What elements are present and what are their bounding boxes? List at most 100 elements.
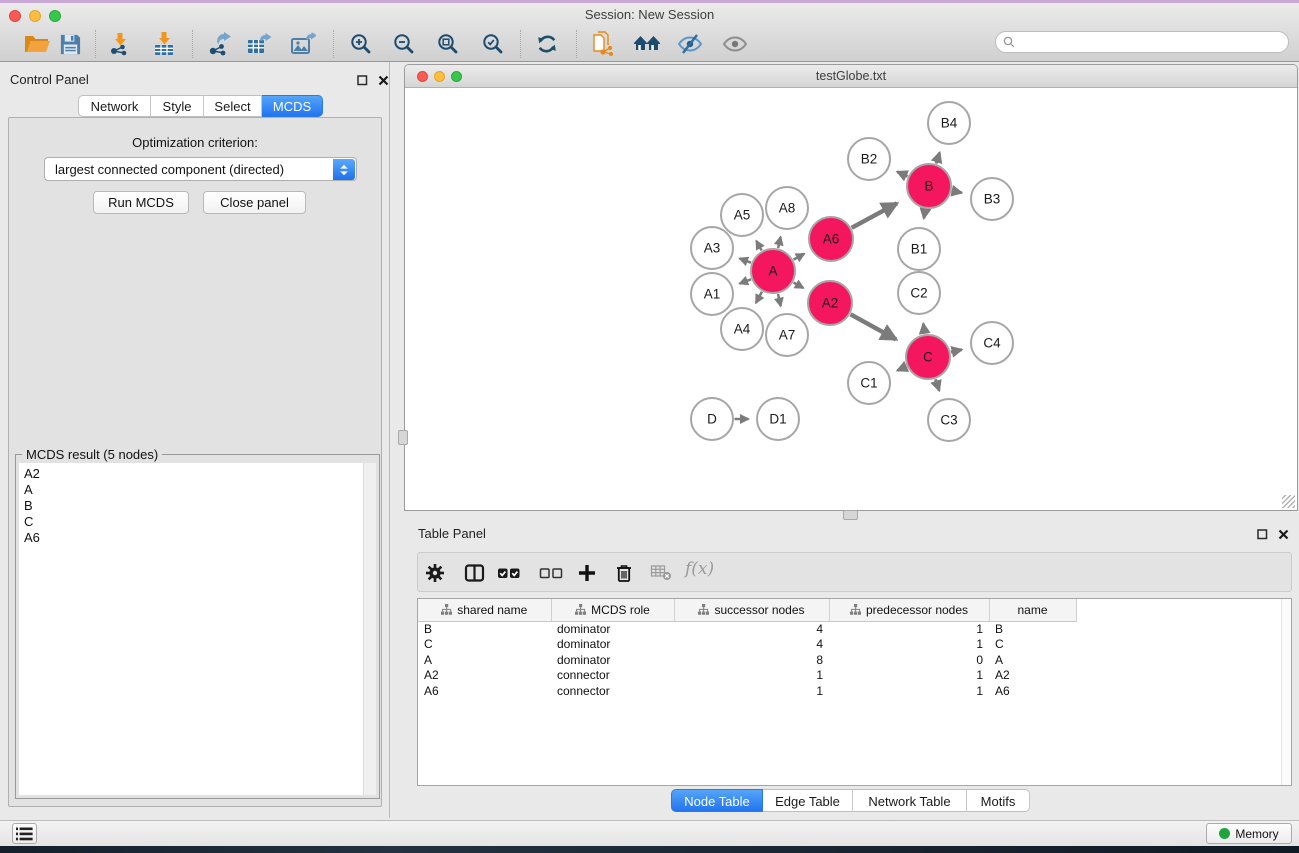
graph-edge-A2-C[interactable] xyxy=(851,314,896,339)
table-cell[interactable]: dominator xyxy=(551,637,674,653)
graph-node-C2[interactable]: C2 xyxy=(898,272,940,314)
graph-node-A8[interactable]: A8 xyxy=(766,187,808,229)
mcds-result-item[interactable]: A xyxy=(24,482,363,498)
table-cell[interactable]: 1 xyxy=(829,683,989,699)
graph-edge-B-B4[interactable] xyxy=(936,153,940,164)
graph-node-B[interactable]: B xyxy=(907,164,951,208)
table-cell[interactable]: connector xyxy=(551,668,674,684)
horizontal-split-handle[interactable] xyxy=(843,510,858,520)
tab-network[interactable]: Network xyxy=(78,95,151,117)
search-box[interactable] xyxy=(995,31,1289,53)
graph-edge-A-A8[interactable] xyxy=(778,237,781,248)
table-cell[interactable]: 1 xyxy=(829,621,989,637)
graph-node-D[interactable]: D xyxy=(691,398,733,440)
table-cell[interactable]: dominator xyxy=(551,621,674,637)
mcds-result-item[interactable]: B xyxy=(24,498,363,514)
graph-node-A[interactable]: A xyxy=(751,249,795,293)
table-cell[interactable]: A6 xyxy=(989,683,1076,699)
tab-network-table[interactable]: Network Table xyxy=(853,789,967,812)
close-panel-icon[interactable] xyxy=(377,74,390,87)
resize-grip[interactable] xyxy=(1282,495,1295,508)
zoom-fit-button[interactable] xyxy=(431,29,465,59)
table-cell[interactable]: dominator xyxy=(551,652,674,668)
vertical-split-handle[interactable] xyxy=(398,430,408,445)
table-cell[interactable]: 4 xyxy=(674,621,829,637)
import-table-button[interactable] xyxy=(147,29,181,59)
table-cell[interactable]: A2 xyxy=(989,668,1076,684)
show-all-button[interactable] xyxy=(718,29,752,59)
columns-button[interactable] xyxy=(464,563,485,583)
refresh-button[interactable] xyxy=(530,29,564,59)
column-header-shared-name[interactable]: shared name xyxy=(418,599,551,621)
graph-edge-A-A3[interactable] xyxy=(740,258,751,262)
add-column-button[interactable] xyxy=(577,563,597,583)
graph-node-A7[interactable]: A7 xyxy=(766,314,808,356)
graph-edge-A-A5[interactable] xyxy=(756,241,761,251)
home-button[interactable] xyxy=(630,29,664,59)
tab-mcds[interactable]: MCDS xyxy=(262,95,323,117)
mcds-result-item[interactable]: A6 xyxy=(24,530,363,546)
table-cell[interactable]: 0 xyxy=(829,652,989,668)
export-table-button[interactable] xyxy=(242,29,276,59)
save-session-button[interactable] xyxy=(53,29,87,59)
close-table-panel-icon[interactable] xyxy=(1277,528,1290,541)
mcds-result-item[interactable]: C xyxy=(24,514,363,530)
graph-edge-C-C3[interactable] xyxy=(935,379,939,390)
graph-edge-B-B2[interactable] xyxy=(897,172,907,177)
table-cell[interactable]: B xyxy=(418,621,551,637)
open-session-button[interactable] xyxy=(20,29,54,59)
column-header-successor-nodes[interactable]: successor nodes xyxy=(674,599,829,621)
float-table-panel-icon[interactable] xyxy=(1256,528,1269,541)
float-panel-icon[interactable] xyxy=(356,74,369,87)
tab-style[interactable]: Style xyxy=(151,95,204,117)
graph-node-A4[interactable]: A4 xyxy=(721,308,763,350)
export-image-button[interactable] xyxy=(286,29,320,59)
result-scrollbar[interactable] xyxy=(363,463,376,795)
graph-node-A6[interactable]: A6 xyxy=(809,217,853,261)
zoom-selected-button[interactable] xyxy=(476,29,510,59)
table-cell[interactable]: A6 xyxy=(418,683,551,699)
select-all-button[interactable] xyxy=(497,563,521,583)
graph-edge-A6-B[interactable] xyxy=(852,203,897,227)
graph-node-A5[interactable]: A5 xyxy=(721,194,763,236)
zoom-in-button[interactable] xyxy=(344,29,378,59)
criterion-dropdown[interactable]: largest connected component (directed) xyxy=(44,157,357,181)
graph-node-B1[interactable]: B1 xyxy=(898,228,940,270)
import-network-button[interactable] xyxy=(103,29,137,59)
graph-node-A2[interactable]: A2 xyxy=(808,281,852,325)
graph-edge-B-B1[interactable] xyxy=(924,209,925,218)
table-cell[interactable]: C xyxy=(418,637,551,653)
graph-node-C4[interactable]: C4 xyxy=(971,322,1013,364)
table-cell[interactable]: 1 xyxy=(829,637,989,653)
table-cell[interactable]: B xyxy=(989,621,1076,637)
graph-edge-C-C2[interactable] xyxy=(923,324,924,334)
network-window-titlebar[interactable]: testGlobe.txt xyxy=(405,65,1297,88)
show-panels-button[interactable] xyxy=(12,823,37,844)
tab-edge-table[interactable]: Edge Table xyxy=(763,789,853,812)
table-cell[interactable]: 1 xyxy=(674,683,829,699)
network-file-button[interactable] xyxy=(586,29,620,59)
graph-node-D1[interactable]: D1 xyxy=(757,398,799,440)
graph-node-C1[interactable]: C1 xyxy=(848,362,890,404)
graph-edge-A-A2[interactable] xyxy=(793,283,803,289)
table-cell[interactable]: A2 xyxy=(418,668,551,684)
table-cell[interactable]: C xyxy=(989,637,1076,653)
table-cell[interactable]: 8 xyxy=(674,652,829,668)
table-cell[interactable]: A xyxy=(989,652,1076,668)
column-header-predecessor-nodes[interactable]: predecessor nodes xyxy=(829,599,989,621)
graph-edge-A-A7[interactable] xyxy=(778,294,781,306)
graph-node-C[interactable]: C xyxy=(906,335,950,379)
tab-motifs[interactable]: Motifs xyxy=(967,789,1030,812)
run-mcds-button[interactable]: Run MCDS xyxy=(93,191,189,214)
graph-node-C3[interactable]: C3 xyxy=(928,399,970,441)
tab-node-table[interactable]: Node Table xyxy=(671,789,763,812)
mcds-result-list[interactable]: A2ABCA6 xyxy=(19,463,376,795)
memory-button[interactable]: Memory xyxy=(1206,823,1292,844)
graph-edge-A-A4[interactable] xyxy=(756,292,762,303)
graph-node-A1[interactable]: A1 xyxy=(691,273,733,315)
search-input[interactable] xyxy=(1019,35,1288,49)
close-panel-button[interactable]: Close panel xyxy=(203,191,306,214)
hide-selected-button[interactable] xyxy=(673,29,707,59)
table-cell[interactable]: connector xyxy=(551,683,674,699)
gear-button[interactable] xyxy=(425,563,445,583)
